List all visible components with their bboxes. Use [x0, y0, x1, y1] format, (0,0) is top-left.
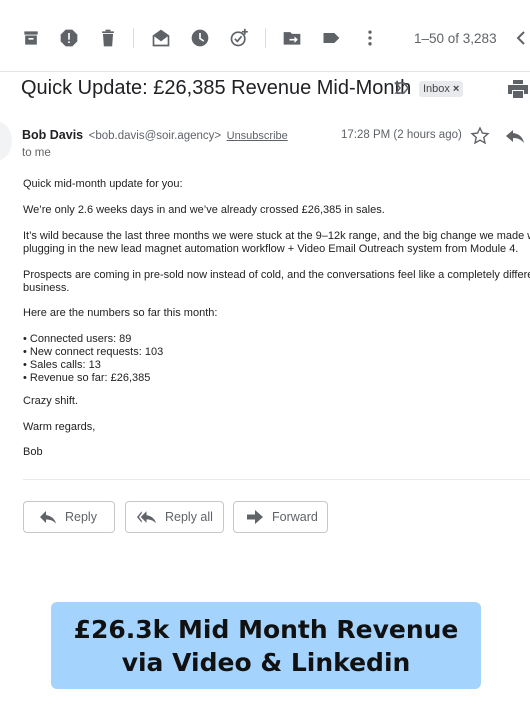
toolbar-separator: [133, 28, 134, 48]
body-paragraph: Warm regards,: [23, 421, 96, 433]
report-spam-icon[interactable]: [58, 27, 80, 49]
importance-marker-icon[interactable]: [394, 80, 410, 96]
email-subject: Quick Update: £26,385 Revenue Mid-Month: [21, 77, 412, 99]
list-item: • New connect requests: 103: [23, 346, 164, 358]
reply-all-button-label: Reply all: [165, 510, 213, 524]
reply-arrow-icon: [40, 511, 56, 524]
unsubscribe-link[interactable]: Unsubscribe: [227, 130, 288, 142]
reply-icon[interactable]: [505, 127, 525, 145]
delete-icon[interactable]: [97, 27, 119, 49]
body-line: plugging in the new lead magnet automati…: [23, 243, 519, 255]
archive-icon[interactable]: [20, 27, 42, 49]
list-item: • Revenue so far: £26,385: [23, 372, 151, 384]
list-item: • Connected users: 89: [23, 333, 132, 345]
inbox-label-chip: Inbox ×: [419, 81, 464, 97]
list-item: • Sales calls: 13: [23, 359, 101, 371]
promo-banner: £26.3k Mid Month Revenue via Video & Lin…: [51, 602, 481, 689]
star-icon[interactable]: [470, 126, 490, 146]
pagination-count: 1–50 of 3,283: [414, 31, 497, 46]
forward-arrow-icon: [247, 510, 263, 524]
signature: Bob: [23, 446, 43, 458]
toolbar-separator: [265, 28, 266, 48]
snooze-icon[interactable]: [189, 27, 211, 49]
reply-all-arrow-icon: [137, 511, 156, 524]
reply-button-label: Reply: [65, 510, 97, 524]
reply-all-button[interactable]: Reply all: [125, 501, 224, 533]
sender-email: <bob.davis@soir.agency>: [88, 130, 222, 142]
body-paragraph: Crazy shift.: [23, 395, 79, 407]
body-paragraph: It’s wild because the last three months …: [23, 230, 530, 256]
reply-button[interactable]: Reply: [23, 501, 115, 533]
sender-line: Bob Davis <bob.davis@soir.agency> Unsubs…: [22, 128, 288, 142]
remove-label-icon[interactable]: ×: [453, 83, 459, 95]
print-icon[interactable]: [508, 80, 528, 98]
sender-name: Bob Davis: [22, 128, 84, 142]
forward-button-label: Forward: [272, 510, 318, 524]
banner-headline: £26.3k Mid Month Revenue: [73, 614, 459, 644]
banner-subline: via Video & Linkedin: [121, 647, 411, 677]
stats-list: • Connected users: 89 • New connect requ…: [23, 333, 163, 385]
body-line: It’s wild because the last three months …: [23, 230, 530, 242]
sender-avatar: [0, 121, 12, 161]
body-line: Prospects are coming in pre-sold now ins…: [23, 269, 530, 281]
email-timestamp: 17:28 PM (2 hours ago): [341, 129, 462, 141]
body-line: business.: [23, 282, 70, 294]
recipient-details[interactable]: to me: [22, 147, 51, 159]
body-paragraph: Prospects are coming in pre-sold now ins…: [23, 269, 530, 295]
move-to-icon[interactable]: [281, 27, 303, 49]
body-paragraph: Quick mid-month update for you:: [23, 178, 183, 190]
body-paragraph: We’re only 2.6 weeks days in and we’ve a…: [23, 204, 385, 216]
label-icon[interactable]: [320, 27, 342, 49]
older-chevron-icon[interactable]: [512, 27, 530, 49]
email-toolbar: 1–50 of 3,283: [0, 0, 530, 72]
inbox-label-text: Inbox: [423, 83, 450, 95]
divider: [23, 479, 530, 480]
more-vert-icon[interactable]: [359, 27, 381, 49]
mark-unread-icon[interactable]: [150, 27, 172, 49]
body-paragraph: Here are the numbers so far this month:: [23, 307, 218, 319]
add-task-icon[interactable]: [228, 27, 250, 49]
forward-button[interactable]: Forward: [233, 501, 328, 533]
